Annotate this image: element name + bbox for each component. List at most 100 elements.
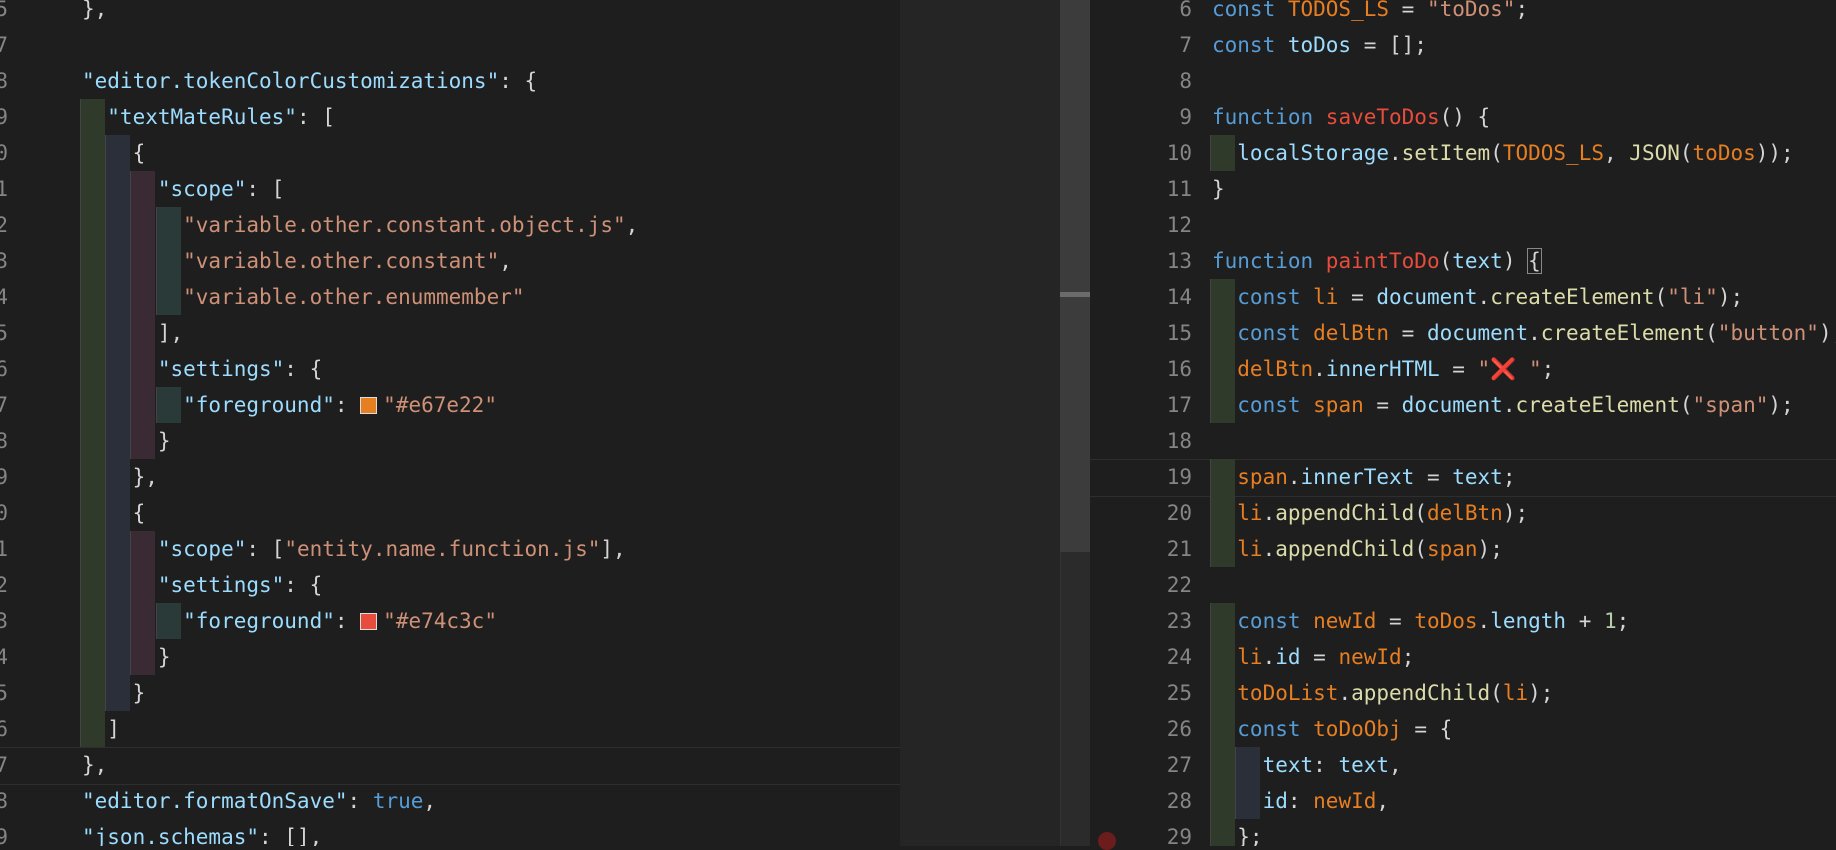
code-line[interactable]: 19 span.innerText = text; bbox=[1090, 459, 1836, 497]
code-token: const bbox=[1212, 33, 1288, 57]
code-line[interactable]: 14 "variable.other.enummember" bbox=[0, 279, 900, 315]
code-line[interactable]: 13 "variable.other.constant", bbox=[0, 243, 900, 279]
code-text: "json.schemas": [], bbox=[82, 819, 322, 846]
code-token: : [ bbox=[246, 177, 285, 201]
code-token: , bbox=[625, 213, 639, 237]
line-number: 9 bbox=[0, 105, 8, 129]
code-line[interactable]: 29 }; bbox=[1090, 819, 1836, 846]
code-line[interactable]: 9 "textMateRules": [ bbox=[0, 99, 900, 135]
code-text: "variable.other.constant.object.js", bbox=[82, 207, 638, 243]
code-line[interactable]: 17 const span = document.createElement("… bbox=[1090, 387, 1836, 423]
code-line[interactable]: 16 delBtn.innerHTML = "❌ "; bbox=[1090, 351, 1836, 387]
code-text: li.appendChild(delBtn); bbox=[1212, 495, 1528, 531]
code-line[interactable]: 12 "variable.other.constant.object.js", bbox=[0, 207, 900, 243]
line-number: 16 bbox=[1166, 357, 1192, 381]
code-token: const bbox=[1212, 717, 1314, 741]
code-token: ); bbox=[1818, 321, 1836, 345]
code-line[interactable]: 13 function paintToDo(text) { bbox=[1090, 243, 1836, 279]
code-line[interactable]: 20 li.appendChild(delBtn); bbox=[1090, 495, 1836, 531]
line-number: 7 bbox=[0, 33, 8, 57]
code-line[interactable]: 8 bbox=[1090, 63, 1836, 99]
code-token: } bbox=[1212, 177, 1225, 201]
code-text: span.innerText = text; bbox=[1212, 459, 1515, 495]
code-line[interactable]: 9 function saveToDos() { bbox=[1090, 99, 1836, 135]
code-line[interactable]: 14 const li = document.createElement("li… bbox=[1090, 279, 1836, 315]
code-token: }, bbox=[82, 753, 108, 777]
left-editor-pane[interactable]: 5}, 7 8 "editor.tokenColorCustomizations": … bbox=[0, 0, 900, 846]
line-number: 5 bbox=[0, 0, 8, 21]
code-line[interactable]: 16 "settings": { bbox=[0, 351, 900, 387]
code-line[interactable]: 15 const delBtn = document.createElement… bbox=[1090, 315, 1836, 351]
code-text: function saveToDos() { bbox=[1212, 99, 1490, 135]
code-line[interactable]: 22 bbox=[1090, 567, 1836, 603]
line-number: 8 bbox=[1179, 69, 1192, 93]
code-token: : bbox=[334, 393, 361, 417]
code-line[interactable]: 15 ], bbox=[0, 315, 900, 351]
code-line[interactable]: 23 "foreground": "#e74c3c" bbox=[0, 603, 900, 639]
code-token: = bbox=[1389, 0, 1427, 21]
code-line[interactable]: 24 } bbox=[0, 639, 900, 675]
code-line[interactable]: 11 "scope": [ bbox=[0, 171, 900, 207]
code-text: localStorage.setItem(TODOS_LS, JSON(toDo… bbox=[1212, 135, 1793, 171]
code-text: ] bbox=[82, 711, 120, 747]
code-line[interactable]: 11} bbox=[1090, 171, 1836, 207]
code-line[interactable]: 21 "scope": ["entity.name.function.js"], bbox=[0, 531, 900, 567]
code-line[interactable]: 26 ] bbox=[0, 711, 900, 747]
line-number: 13 bbox=[0, 249, 8, 273]
code-line[interactable]: 5}, bbox=[0, 0, 900, 27]
code-token: }, bbox=[82, 0, 108, 21]
code-line[interactable]: 7 const toDos = []; bbox=[1090, 27, 1836, 63]
code-line[interactable]: 20 { bbox=[0, 495, 900, 531]
code-line[interactable]: 10 localStorage.setItem(TODOS_LS, JSON(t… bbox=[1090, 135, 1836, 171]
cross-mark-icon: ❌ bbox=[1490, 357, 1517, 381]
code-line[interactable]: 27}, bbox=[0, 747, 900, 785]
code-token: createElement bbox=[1490, 285, 1655, 309]
code-line[interactable]: 25 toDoList.appendChild(li); bbox=[1090, 675, 1836, 711]
line-number: 26 bbox=[1166, 717, 1192, 741]
code-token: , bbox=[1376, 789, 1390, 813]
code-line[interactable]: 23 const newId = toDos.length + 1; bbox=[1090, 603, 1836, 639]
code-line[interactable]: 7 bbox=[0, 27, 900, 63]
editor-split-divider bbox=[900, 0, 1060, 846]
breakpoint-icon[interactable] bbox=[1098, 832, 1116, 850]
code-token: = []; bbox=[1351, 33, 1427, 57]
code-token: "textMateRules" bbox=[82, 105, 297, 129]
code-line[interactable]: 28 id: newId, bbox=[1090, 783, 1836, 819]
code-token: = bbox=[1439, 357, 1478, 381]
code-line[interactable]: 6 const TODOS_LS = "toDos"; bbox=[1090, 0, 1836, 27]
code-line[interactable]: 18 } bbox=[0, 423, 900, 459]
code-text: "editor.formatOnSave": true, bbox=[82, 783, 436, 819]
color-swatch-icon[interactable] bbox=[360, 397, 378, 414]
code-line[interactable]: 12 bbox=[1090, 207, 1836, 243]
code-token: "variable.other.constant" bbox=[82, 249, 500, 273]
code-line[interactable]: 21 li.appendChild(span); bbox=[1090, 531, 1836, 567]
code-line[interactable]: 27 text: text, bbox=[1090, 747, 1836, 783]
code-line[interactable]: 19 }, bbox=[0, 459, 900, 495]
code-line[interactable]: 18 bbox=[1090, 423, 1836, 459]
code-line[interactable]: 28 "editor.formatOnSave": true, bbox=[0, 783, 900, 819]
color-swatch-icon[interactable] bbox=[360, 613, 378, 630]
code-line[interactable]: 17 "foreground": "#e67e22" bbox=[0, 387, 900, 423]
code-token: document bbox=[1426, 321, 1529, 345]
code-line[interactable]: 29 "json.schemas": [], bbox=[0, 819, 900, 846]
code-line[interactable]: 26 const toDoObj = { bbox=[1090, 711, 1836, 747]
line-number: 7 bbox=[1179, 33, 1192, 57]
code-token: = { bbox=[1401, 717, 1453, 741]
code-line[interactable]: 8 "editor.tokenColorCustomizations": { bbox=[0, 63, 900, 99]
code-token: } bbox=[82, 429, 171, 453]
code-token: , bbox=[1389, 753, 1402, 777]
code-token: ( bbox=[1490, 141, 1503, 165]
code-line[interactable]: 10 { bbox=[0, 135, 900, 171]
line-number: 18 bbox=[0, 429, 8, 453]
line-number: 11 bbox=[1166, 177, 1192, 201]
code-line[interactable]: 24 li.id = newId; bbox=[1090, 639, 1836, 675]
code-token: " bbox=[1477, 357, 1491, 381]
code-text: text: text, bbox=[1212, 747, 1402, 783]
code-token: toDoList bbox=[1212, 681, 1339, 705]
line-number: 23 bbox=[1166, 609, 1192, 633]
scrollbar-thumb[interactable] bbox=[1060, 0, 1090, 552]
line-number: 20 bbox=[1166, 501, 1192, 525]
code-line[interactable]: 25 } bbox=[0, 675, 900, 711]
right-editor-pane[interactable]: 6 const TODOS_LS = "toDos"; 7 const toDos =… bbox=[1090, 0, 1836, 846]
code-line[interactable]: 22 "settings": { bbox=[0, 567, 900, 603]
